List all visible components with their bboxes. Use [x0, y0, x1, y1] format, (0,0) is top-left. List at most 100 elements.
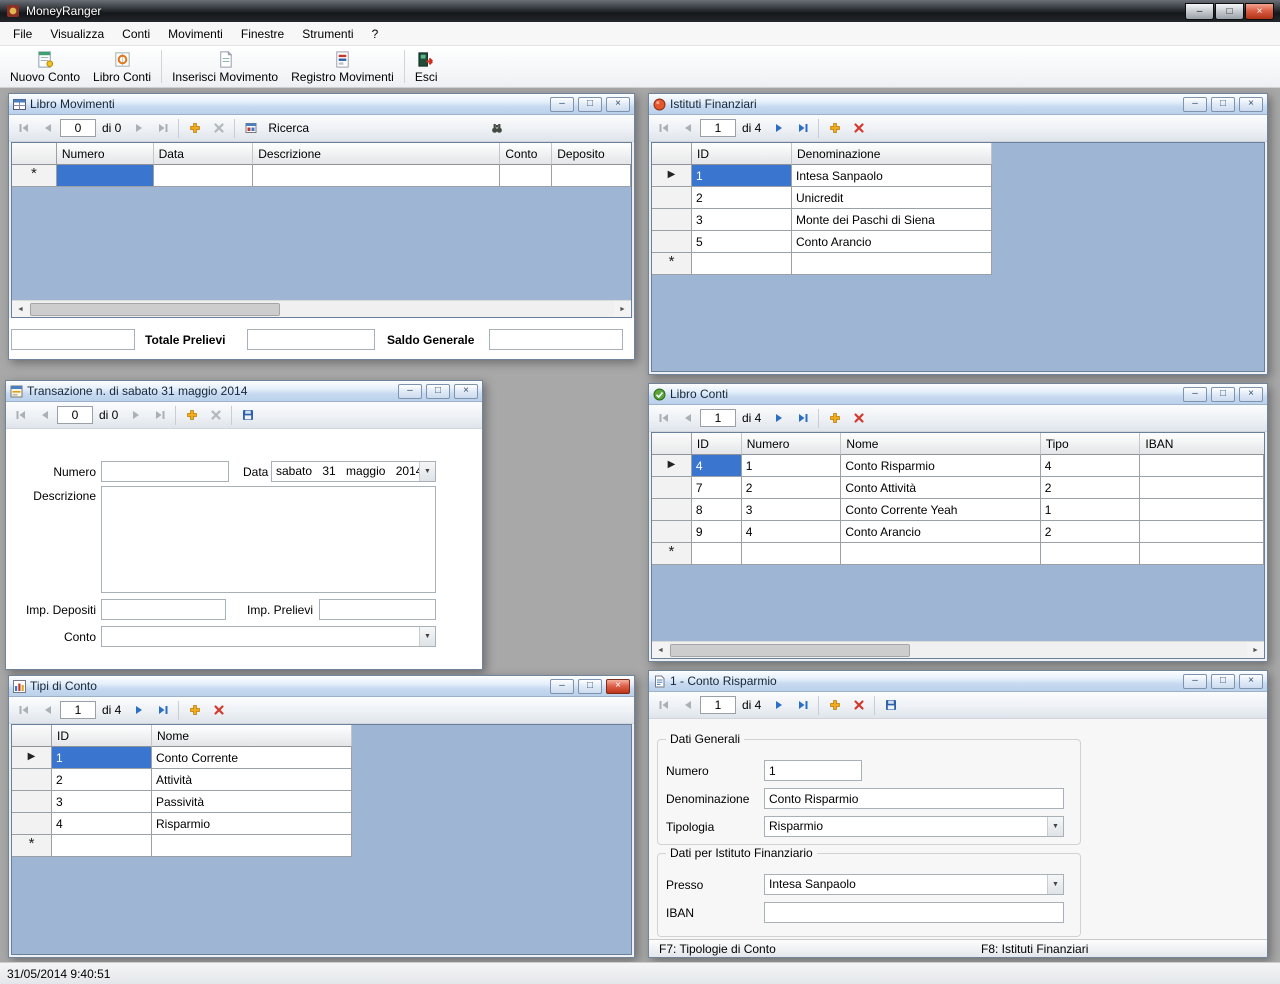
move-first-button[interactable] — [652, 695, 675, 716]
grid-corner[interactable] — [652, 433, 692, 455]
new-row[interactable]: * — [12, 835, 631, 857]
column-header-denominazione[interactable]: Denominazione — [792, 143, 992, 165]
column-header-iban[interactable]: IBAN — [1140, 433, 1264, 455]
cell-numero[interactable]: 3 — [741, 499, 842, 521]
row-header[interactable] — [652, 499, 692, 521]
cell-iban[interactable] — [1140, 477, 1264, 499]
nuovo-conto-button[interactable]: Nuovo Conto — [4, 47, 86, 86]
cell-id[interactable]: 2 — [52, 769, 152, 791]
maximize-button[interactable]: □ — [1211, 673, 1235, 689]
move-last-button[interactable] — [148, 405, 171, 426]
conto-risparmio-titlebar[interactable]: 1 - Conto Risparmio – □ × — [649, 671, 1267, 692]
chevron-down-icon[interactable]: ▼ — [1047, 875, 1063, 894]
iban-input[interactable] — [764, 902, 1064, 923]
istituti-finanziari-titlebar[interactable]: Istituti Finanziari – □ × — [649, 94, 1267, 115]
libro-conti-button[interactable]: Libro Conti — [87, 47, 157, 86]
cell-tipo[interactable]: 2 — [1040, 521, 1141, 543]
delete-button[interactable] — [847, 118, 870, 139]
transazione-titlebar[interactable]: Transazione n. di sabato 31 maggio 2014 … — [6, 381, 482, 402]
row-header[interactable]: * — [652, 543, 692, 565]
cell-nome[interactable]: Conto Corrente Yeah — [841, 499, 1041, 521]
row-header[interactable]: ▶ — [652, 455, 692, 477]
cell-id[interactable]: 7 — [691, 477, 742, 499]
row-header[interactable]: ▶ — [652, 165, 692, 187]
minimize-button[interactable]: – — [398, 383, 422, 399]
table-row[interactable]: 4 Risparmio — [12, 813, 631, 835]
cell-denominazione[interactable]: Intesa Sanpaolo — [792, 165, 992, 187]
add-new-button[interactable] — [183, 118, 206, 139]
close-button[interactable]: × — [454, 383, 478, 399]
move-first-button[interactable] — [652, 408, 675, 429]
libro-movimenti-titlebar[interactable]: Libro Movimenti – □ × — [9, 94, 634, 115]
cell-iban[interactable] — [1140, 455, 1264, 477]
cell-numero[interactable] — [741, 543, 842, 565]
minimize-button[interactable]: – — [550, 96, 574, 112]
table-row[interactable]: 7 2 Conto Attività 2 — [652, 477, 1264, 499]
cell-id[interactable]: 8 — [691, 499, 742, 521]
row-header[interactable] — [12, 769, 52, 791]
imp-depositi-input[interactable] — [101, 599, 226, 620]
close-button[interactable]: × — [1239, 386, 1263, 402]
cell-nome[interactable]: Conto Arancio — [841, 521, 1041, 543]
table-row[interactable]: 2 Unicredit — [652, 187, 1264, 209]
cell-id[interactable]: 3 — [52, 791, 152, 813]
grid-corner[interactable] — [652, 143, 692, 165]
move-next-button[interactable] — [127, 700, 150, 721]
delete-button[interactable] — [204, 405, 227, 426]
table-row[interactable]: 9 4 Conto Arancio 2 — [652, 521, 1264, 543]
record-position-input[interactable] — [57, 406, 93, 424]
maximize-button[interactable]: □ — [1215, 2, 1244, 20]
column-header-id[interactable]: ID — [691, 433, 742, 455]
row-header[interactable] — [12, 791, 52, 813]
move-last-button[interactable] — [791, 408, 814, 429]
cell-id[interactable]: 5 — [692, 231, 792, 253]
close-button[interactable]: × — [1239, 673, 1263, 689]
grid-corner[interactable] — [12, 725, 52, 747]
cell-data[interactable] — [153, 165, 254, 187]
move-first-button[interactable] — [12, 700, 35, 721]
cell-conto[interactable] — [500, 165, 553, 187]
totale-depositi-input[interactable] — [11, 329, 135, 350]
move-next-button[interactable] — [767, 408, 790, 429]
cell-tipo[interactable]: 2 — [1040, 477, 1141, 499]
move-last-button[interactable] — [791, 695, 814, 716]
horizontal-scrollbar[interactable]: ◄ ► — [12, 300, 631, 317]
esci-button[interactable]: Esci — [409, 47, 444, 86]
new-row[interactable]: * — [652, 543, 1264, 565]
cell-id[interactable] — [52, 835, 152, 857]
maximize-button[interactable]: □ — [578, 96, 602, 112]
tipi-grid[interactable]: ID Nome ▶ 1 Conto Corrente 2 Attività 3 … — [11, 724, 632, 955]
move-first-button[interactable] — [9, 405, 32, 426]
cell-denominazione[interactable]: Unicredit — [792, 187, 992, 209]
cell-nome[interactable]: Conto Risparmio — [841, 455, 1041, 477]
chevron-down-icon[interactable]: ▼ — [419, 627, 435, 646]
minimize-button[interactable]: – — [550, 678, 574, 694]
add-new-button[interactable] — [183, 700, 206, 721]
tipi-di-conto-titlebar[interactable]: Tipi di Conto – □ × — [9, 676, 634, 697]
move-first-button[interactable] — [12, 118, 35, 139]
cell-iban[interactable] — [1140, 521, 1264, 543]
close-button[interactable]: × — [606, 96, 630, 112]
close-button[interactable]: × — [606, 678, 630, 694]
cell-id[interactable]: 4 — [691, 455, 742, 477]
istituti-grid[interactable]: ID Denominazione ▶ 1 Intesa Sanpaolo 2 U… — [651, 142, 1265, 372]
row-header[interactable] — [652, 209, 692, 231]
move-previous-button[interactable] — [36, 118, 59, 139]
scroll-right-arrow[interactable]: ► — [614, 301, 631, 317]
delete-button[interactable] — [207, 118, 230, 139]
table-row[interactable]: 3 Monte dei Paschi di Siena — [652, 209, 1264, 231]
row-header[interactable] — [652, 231, 692, 253]
menu-visualizza[interactable]: Visualizza — [41, 23, 113, 45]
record-position-input[interactable] — [700, 409, 736, 427]
cell-tipo[interactable] — [1040, 543, 1141, 565]
cell-numero[interactable]: 4 — [741, 521, 842, 543]
cell-tipo[interactable]: 1 — [1040, 499, 1141, 521]
cell-id[interactable]: 3 — [692, 209, 792, 231]
column-header-descrizione[interactable]: Descrizione — [253, 143, 501, 165]
move-next-button[interactable] — [767, 118, 790, 139]
numero-input[interactable] — [101, 461, 229, 482]
cell-numero[interactable]: 1 — [741, 455, 842, 477]
cell-denominazione[interactable]: Conto Arancio — [792, 231, 992, 253]
column-header-id[interactable]: ID — [52, 725, 152, 747]
tipologia-combobox[interactable]: Risparmio ▼ — [764, 816, 1064, 837]
